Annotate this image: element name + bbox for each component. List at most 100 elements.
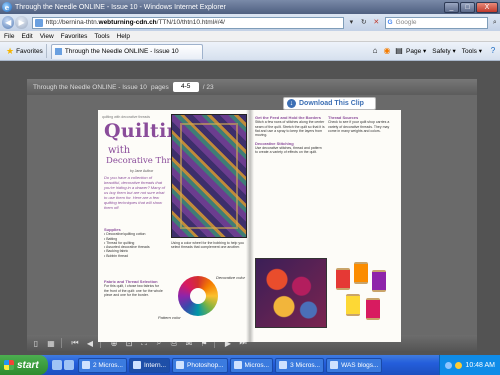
dropdown-icon[interactable]: ▾ <box>346 17 356 28</box>
color-wheel-image <box>178 276 218 316</box>
back-button[interactable]: ◀ <box>2 16 15 29</box>
internet-explorer-icon: e <box>2 2 12 12</box>
menu-view[interactable]: View <box>40 33 54 40</box>
search-input[interactable]: G Google <box>384 16 488 29</box>
address-bar[interactable]: http://bernina-thtn. webturning-cdn.ch/TT… <box>31 16 345 29</box>
maximize-button[interactable]: □ <box>460 1 475 13</box>
section-text: Use decorative stitches, thread and patt… <box>255 146 322 155</box>
section-heading: Thread Sources <box>328 115 359 120</box>
home-icon[interactable]: ⌂ <box>370 46 380 56</box>
forward-button[interactable]: ▶ <box>15 16 28 29</box>
fabric-section: Fabric and Thread Selection For this qui… <box>104 279 164 297</box>
article-intro: Do you have a collection of beautiful, d… <box>104 175 166 210</box>
fabric-text: For this quilt, I chose two fabrics for … <box>104 284 163 297</box>
page-number-input[interactable]: 4-5 <box>172 82 199 92</box>
url-prefix: http://bernina-thtn. <box>45 19 99 26</box>
menu-bar: File Edit View Favorites Tools Help <box>0 31 500 42</box>
address-row: ◀ ▶ http://bernina-thtn. webturning-cdn.c… <box>0 14 500 31</box>
app-icon <box>176 361 185 369</box>
help-icon[interactable]: ? <box>488 46 498 56</box>
first-page-icon[interactable]: ⏮ <box>69 338 81 348</box>
window-title: Through the Needle ONLINE - Issue 10 - W… <box>15 3 226 11</box>
total-pages: / 23 <box>202 83 214 91</box>
favorites-bar: ★ Favorites Through the Needle ONLINE - … <box>0 42 500 61</box>
menu-favorites[interactable]: Favorites <box>61 33 88 40</box>
thread-quilt-photo <box>255 258 327 328</box>
network-icon[interactable] <box>445 361 453 369</box>
print-icon[interactable]: ▤ <box>394 46 404 56</box>
article-subtitle-with: with <box>108 145 131 156</box>
spool-image <box>366 298 380 320</box>
tab-page-icon <box>54 48 62 55</box>
taskbar-item[interactable]: 3 Micros... <box>275 357 325 373</box>
clock[interactable]: 10:48 AM <box>465 362 495 369</box>
byline: by Jane Author <box>130 169 154 173</box>
download-icon: ↓ <box>287 99 296 108</box>
page-icon <box>34 18 43 27</box>
browser-tab[interactable]: Through the Needle ONLINE - Issue 10 <box>50 43 203 59</box>
menu-tools[interactable]: Tools <box>94 33 109 40</box>
thread-spools-photo <box>332 260 396 330</box>
url-rest: /TTN/10/thtn10.html#/4/ <box>156 19 225 26</box>
menu-edit[interactable]: Edit <box>21 33 32 40</box>
safety-menu[interactable]: Safety ▾ <box>432 47 456 55</box>
app-icon <box>233 361 242 369</box>
app-icon <box>82 361 90 369</box>
fabric-heading: Fabric and Thread Selection <box>104 279 158 284</box>
system-tray: 10:48 AM <box>439 355 500 375</box>
tab-label: Through the Needle ONLINE - Issue 10 <box>64 48 179 55</box>
app-icon <box>330 361 339 369</box>
quick-launch-icon[interactable] <box>52 360 62 370</box>
taskbar: start 2 Micros... Intern... Photoshop...… <box>0 355 500 375</box>
tools-menu[interactable]: Tools ▾ <box>462 47 482 55</box>
viewer-header: Through the Needle ONLINE - Issue 10 pag… <box>27 79 477 95</box>
pages-label: pages <box>151 83 169 91</box>
taskbar-item[interactable]: WAS blogs... <box>326 357 383 373</box>
document-icon[interactable]: ▯ <box>30 339 42 348</box>
quick-launch-icon[interactable] <box>64 360 74 370</box>
taskbar-item[interactable]: 2 Micros... <box>78 357 127 373</box>
spool-image <box>372 270 386 292</box>
star-icon: ★ <box>6 45 15 56</box>
windows-logo-icon <box>4 360 14 370</box>
stop-icon[interactable]: ✕ <box>371 17 381 28</box>
favorites-label: Favorites <box>16 47 43 55</box>
url-host: webturning-cdn.ch <box>98 19 157 26</box>
taskbar-item[interactable]: Micros... <box>229 357 274 373</box>
menu-help[interactable]: Help <box>117 33 130 40</box>
right-page-column-2: Thread Sources Check to see if your quil… <box>328 115 398 133</box>
section-text: Stitch a few rows of stitches along the … <box>255 120 325 138</box>
page-menu[interactable]: Page ▾ <box>406 47 426 55</box>
supplies-heading: Supplies <box>104 227 121 232</box>
magazine-page-left[interactable]: quilting with decorative threads Quiltin… <box>98 110 250 342</box>
start-button[interactable]: start <box>0 355 48 375</box>
page-spine <box>246 110 254 342</box>
close-button[interactable]: X <box>476 1 498 13</box>
menu-file[interactable]: File <box>4 33 14 40</box>
taskbar-item-label: 2 Micros... <box>93 361 123 369</box>
section-heading: Get the Feed and Hold the Borders <box>255 115 322 120</box>
taskbar-item-label: 3 Micros... <box>290 361 321 369</box>
taskbar-item-label: WAS blogs... <box>341 361 379 369</box>
quick-launch <box>52 360 76 370</box>
feeds-icon[interactable]: ◉ <box>382 46 392 56</box>
prev-page-icon[interactable]: ◀ <box>84 339 96 348</box>
window-title-bar: e Through the Needle ONLINE - Issue 10 -… <box>0 0 500 14</box>
taskbar-item[interactable]: Intern... <box>128 357 171 373</box>
taskbar-item[interactable]: Photoshop... <box>172 357 228 373</box>
taskbar-item-label: Photoshop... <box>187 361 224 369</box>
refresh-icon[interactable]: ↻ <box>359 17 369 28</box>
search-icon[interactable]: ⌕ <box>490 17 500 28</box>
minimize-button[interactable]: _ <box>444 1 459 13</box>
magazine-page-right[interactable]: Get the Feed and Hold the Borders Stitch… <box>250 110 401 342</box>
command-bar: ⌂ ◉ ▤ Page ▾ Safety ▾ Tools ▾ ? <box>370 46 500 56</box>
photo-caption: Using a color wheel for the bobbing to h… <box>171 241 244 250</box>
start-label: start <box>17 359 39 371</box>
search-placeholder: Google <box>395 19 417 26</box>
download-clip-button[interactable]: ↓ Download This Clip <box>283 97 376 110</box>
volume-icon[interactable] <box>455 361 463 369</box>
taskbar-item-label: Intern... <box>143 361 167 369</box>
wheel-label-pattern: Pattern color <box>158 315 181 320</box>
favorites-button[interactable]: ★ Favorites <box>3 44 47 58</box>
grid-icon[interactable]: ▦ <box>45 339 57 348</box>
